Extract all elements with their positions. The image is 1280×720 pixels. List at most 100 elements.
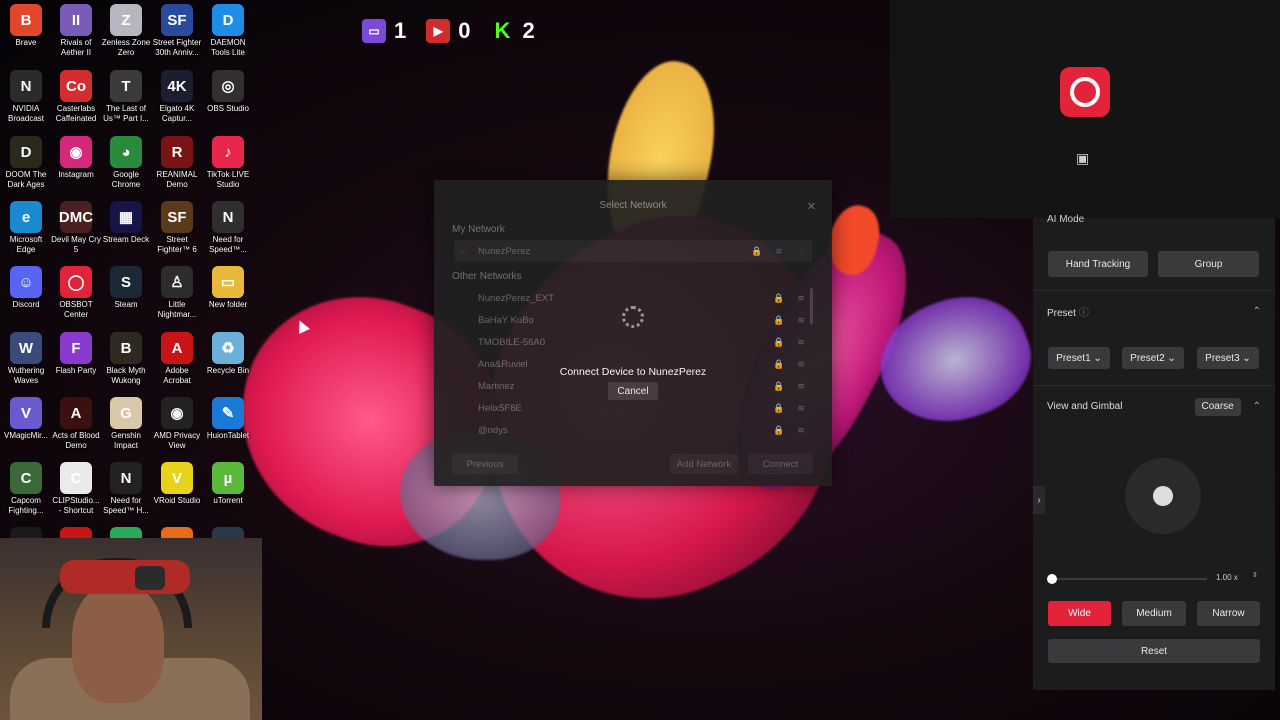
network-row[interactable]: TMOBILE-56A0 🔒 ≋ xyxy=(454,331,812,353)
desktop-icon-label: AMD Privacy View xyxy=(153,431,201,450)
cancel-button[interactable]: Cancel xyxy=(608,382,658,400)
desktop-icon[interactable]: e Microsoft Edge xyxy=(0,201,52,255)
desktop-icon-label: Instagram xyxy=(58,170,94,179)
network-row[interactable]: Helix5F8E 🔒 ≋ xyxy=(454,397,812,419)
add-network-button[interactable]: Add Network xyxy=(670,454,738,474)
desktop-icon-label: Adobe Acrobat xyxy=(163,366,191,385)
lock-icon: 🔒 xyxy=(773,336,785,347)
connect-button[interactable]: Connect xyxy=(748,454,813,474)
desktop-icon[interactable]: ◉ AMD Privacy View xyxy=(151,397,203,451)
app-icon: ♻ xyxy=(212,332,244,364)
desktop-icon[interactable]: ♪ TikTok LIVE Studio xyxy=(202,136,254,190)
desktop-icon[interactable]: F Flash Party xyxy=(50,332,102,376)
desktop-icon[interactable]: Z Zenless Zone Zero xyxy=(100,4,152,58)
lock-icon: 🔒 xyxy=(773,292,785,303)
desktop-icon[interactable]: II Rivals of Aether II xyxy=(50,4,102,58)
desktop-icon[interactable]: DMC Devil May Cry 5 xyxy=(50,201,102,255)
chevron-up-icon[interactable]: ⌃ xyxy=(1253,306,1261,317)
desktop-icon[interactable]: N Need for Speed™ H... xyxy=(100,462,152,516)
desktop-icon-label: Microsoft Edge xyxy=(9,235,43,254)
desktop-icon[interactable]: D DOOM The Dark Ages xyxy=(0,136,52,190)
preset1-dropdown[interactable]: Preset1 ⌄ xyxy=(1048,347,1110,369)
desktop-icon-label: DOOM The Dark Ages xyxy=(5,170,47,189)
desktop-icon[interactable]: T The Last of Us™ Part I... xyxy=(100,70,152,124)
desktop-icon-label: Casterlabs Caffeinated xyxy=(55,104,97,123)
app-icon: µ xyxy=(212,462,244,494)
app-icon: ◕ xyxy=(110,136,142,168)
desktop-icon[interactable]: N Need for Speed™... xyxy=(202,201,254,255)
desktop-icon[interactable]: S Steam xyxy=(100,266,152,310)
help-icon[interactable]: ⓘ xyxy=(1079,308,1089,319)
desktop-icon[interactable]: B Brave xyxy=(0,4,52,48)
desktop-icon[interactable]: SF Street Fighter 30th Anniv... xyxy=(151,4,203,58)
desktop-icon[interactable]: C Capcom Fighting... xyxy=(0,462,52,516)
gimbal-joystick[interactable] xyxy=(1125,458,1201,534)
desktop-icon[interactable]: B Black Myth Wukong xyxy=(100,332,152,386)
ai-mode-label: AI Mode xyxy=(1047,214,1085,225)
narrow-view-button[interactable]: Narrow xyxy=(1197,601,1260,626)
view-gimbal-section-header[interactable]: View and Gimbal Coarse ⌃ xyxy=(1033,385,1275,427)
desktop-icon-label: CLIPStudio... - Shortcut xyxy=(52,496,100,515)
loading-spinner-icon xyxy=(622,306,644,328)
desktop-icon-label: VRoid Studio xyxy=(153,496,201,505)
desktop-icon[interactable]: ◯ OBSBOT Center xyxy=(50,266,102,320)
wide-view-button[interactable]: Wide xyxy=(1048,601,1111,626)
my-network-row[interactable]: ✓ NunezPerez 🔒 ≋ ◌ xyxy=(454,240,812,262)
network-name: TMOBILE-56A0 xyxy=(478,336,546,348)
desktop-icon[interactable]: D DAEMON Tools Lite xyxy=(202,4,254,58)
desktop-icon-label: Black Myth Wukong xyxy=(106,366,146,385)
network-list-scrollbar[interactable] xyxy=(810,288,813,324)
desktop-icon[interactable]: SF Street Fighter™ 6 xyxy=(151,201,203,255)
desktop-icon[interactable]: N NVIDIA Broadcast xyxy=(0,70,52,124)
desktop-icon[interactable]: W Wuthering Waves xyxy=(0,332,52,386)
desktop-icon[interactable]: ♙ Little Nightmar... xyxy=(151,266,203,320)
reset-button[interactable]: Reset xyxy=(1048,639,1260,663)
desktop-icon[interactable]: 4K Elgato 4K Captur... xyxy=(151,70,203,124)
app-icon: N xyxy=(10,70,42,102)
desktop-icon[interactable]: ♻ Recycle Bin xyxy=(202,332,254,376)
desktop-icon[interactable]: ✎ HuionTablet xyxy=(202,397,254,441)
coarse-toggle[interactable]: Coarse xyxy=(1194,397,1241,416)
previous-button[interactable]: Previous xyxy=(452,454,518,474)
desktop-icon[interactable]: ◕ Google Chrome xyxy=(100,136,152,190)
desktop-icon[interactable]: V VMagicMir... xyxy=(0,397,52,441)
kick-icon: K xyxy=(494,18,511,43)
panel-expand-arrow-icon[interactable]: › xyxy=(1033,486,1045,514)
desktop-icon[interactable]: ▭ New folder xyxy=(202,266,254,310)
zoom-stepper-icon[interactable]: ⇕ xyxy=(1252,571,1258,579)
app-icon: B xyxy=(110,332,142,364)
desktop-icon[interactable]: C CLIPStudio... - Shortcut xyxy=(50,462,102,516)
desktop-icon[interactable]: A Adobe Acrobat xyxy=(151,332,203,386)
app-icon: DMC xyxy=(59,201,93,233)
preset2-dropdown[interactable]: Preset2 ⌄ xyxy=(1122,347,1184,369)
desktop-icon-label: Elgato 4K Captur... xyxy=(159,104,195,123)
desktop-icon[interactable]: ◎ OBS Studio xyxy=(202,70,254,114)
desktop-icon[interactable]: µ uTorrent xyxy=(202,462,254,506)
desktop-icon[interactable]: V VRoid Studio xyxy=(151,462,203,506)
desktop-icon[interactable]: G Genshin Impact xyxy=(100,397,152,451)
desktop-icon[interactable]: Co Casterlabs Caffeinated xyxy=(50,70,102,124)
wifi-icon: ≋ xyxy=(797,402,805,413)
preset-section-header[interactable]: Preset ⓘ ⌃ xyxy=(1033,290,1275,332)
chevron-up-icon[interactable]: ⌃ xyxy=(1253,401,1261,412)
app-icon: SF xyxy=(161,201,193,233)
desktop-icon[interactable]: ☺ Discord xyxy=(0,266,52,310)
desktop-icon[interactable]: ▦ Stream Deck xyxy=(100,201,152,245)
desktop-icon[interactable]: R REANIMAL Demo xyxy=(151,136,203,190)
desktop-icon[interactable]: ◉ Instagram xyxy=(50,136,102,180)
app-icon: V xyxy=(161,462,193,494)
desktop-icon[interactable]: A Acts of Blood Demo xyxy=(50,397,102,451)
desktop-icon-label: Flash Party xyxy=(55,366,97,375)
network-row[interactable]: @ndys 🔒 ≋ xyxy=(454,419,812,441)
close-icon[interactable]: ✕ xyxy=(807,200,816,213)
preset3-dropdown[interactable]: Preset3 ⌄ xyxy=(1197,347,1259,369)
my-network-label: My Network xyxy=(452,224,505,235)
hand-tracking-button[interactable]: Hand Tracking xyxy=(1048,251,1148,277)
zoom-slider[interactable] xyxy=(1047,574,1207,584)
network-name: NunezPerez_EXT xyxy=(478,292,555,304)
wifi-icon: ≋ xyxy=(797,424,805,435)
zoom-slider-handle[interactable] xyxy=(1047,574,1057,584)
medium-view-button[interactable]: Medium xyxy=(1122,601,1186,626)
group-button[interactable]: Group xyxy=(1158,251,1259,277)
joystick-knob[interactable] xyxy=(1153,486,1173,506)
